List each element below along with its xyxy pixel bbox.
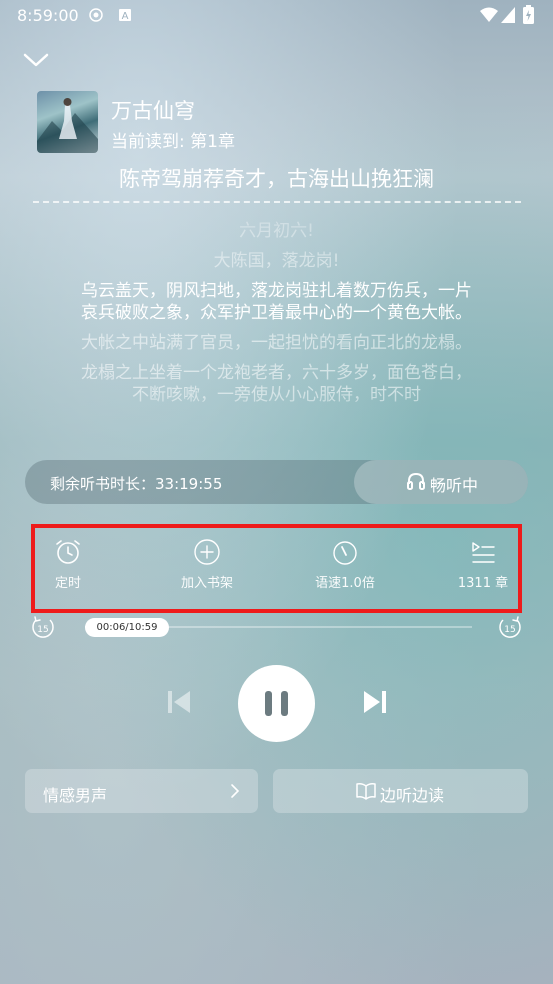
read-along-label: 边听边读 — [380, 786, 445, 805]
divider — [33, 201, 521, 203]
status-bar: 8:59:00 A — [0, 0, 553, 32]
chevron-right-icon — [231, 784, 240, 798]
chapters-button[interactable]: 1311 章 — [438, 538, 528, 591]
font-a-icon: A — [119, 9, 131, 22]
add-to-shelf-label: 加入书架 — [180, 576, 233, 591]
progress-time-thumb[interactable]: 00:06/10:59 — [85, 618, 169, 637]
next-chapter-icon[interactable] — [362, 688, 388, 716]
collapse-chevron-icon[interactable] — [22, 48, 50, 72]
pause-button[interactable] — [238, 665, 315, 742]
text-paragraph: 六月初六! — [239, 221, 314, 241]
chapters-label: 1311 章 — [457, 576, 509, 591]
wifi-icon — [480, 7, 498, 22]
text-paragraph-active: 乌云盖天，阴风扫地，落龙岗驻扎着数万伤兵，一片哀兵破败之象，众军护卫着最中心的一… — [81, 281, 472, 323]
record-icon — [89, 8, 103, 22]
svg-text:A: A — [122, 11, 129, 22]
book-cover[interactable] — [37, 91, 98, 153]
battery-icon — [523, 5, 534, 24]
text-paragraph: 大帐之中站满了官员，一起担忧的看向正北的龙榻。 — [81, 333, 472, 353]
speed-label: 语速1.0倍 — [315, 576, 375, 591]
remaining-time-label: 剩余听书时长：33:19:55 — [50, 475, 223, 493]
plus-circle-icon — [194, 539, 220, 565]
timer-label: 定时 — [54, 576, 81, 591]
current-chapter-text: 当前读到: 第1章 — [111, 132, 235, 152]
headphone-icon — [407, 472, 425, 490]
add-to-shelf-button[interactable]: 加入书架 — [162, 538, 252, 591]
chapter-title: 陈帝驾崩荐奇才，古海出山挽狂澜 — [119, 167, 434, 191]
reading-text-area[interactable]: 六月初六! 大陈国，落龙岗! 乌云盖天，阴风扫地，落龙岗驻扎着数万伤兵，一片哀兵… — [80, 220, 473, 434]
open-book-icon — [356, 783, 376, 800]
text-paragraph: 龙榻之上坐着一个龙袍老者，六十多岁，面色苍白，不断咳嗽，一旁使从小心服侍，时不时 — [81, 363, 472, 405]
alarm-clock-icon — [56, 540, 80, 564]
book-title: 万古仙穹 — [111, 99, 195, 123]
speed-button[interactable]: 语速1.0倍 — [300, 538, 390, 591]
cover-art-icon — [37, 98, 98, 153]
status-time: 8:59:00 — [17, 6, 79, 25]
rewind-15-icon[interactable]: 15 — [29, 614, 57, 642]
pause-icon — [265, 691, 288, 716]
rewind-seconds: 15 — [37, 625, 48, 635]
forward-15-icon[interactable]: 15 — [496, 614, 524, 642]
previous-chapter-icon[interactable] — [166, 688, 192, 716]
forward-seconds: 15 — [504, 625, 515, 635]
listening-label: 畅听中 — [430, 476, 479, 495]
text-paragraph: 大陈国，落龙岗! — [213, 251, 340, 271]
signal-icon — [501, 7, 515, 23]
chapter-list-icon — [472, 542, 495, 563]
speedometer-icon — [333, 541, 357, 565]
timer-button[interactable]: 定时 — [23, 538, 113, 591]
voice-label: 情感男声 — [43, 786, 108, 805]
